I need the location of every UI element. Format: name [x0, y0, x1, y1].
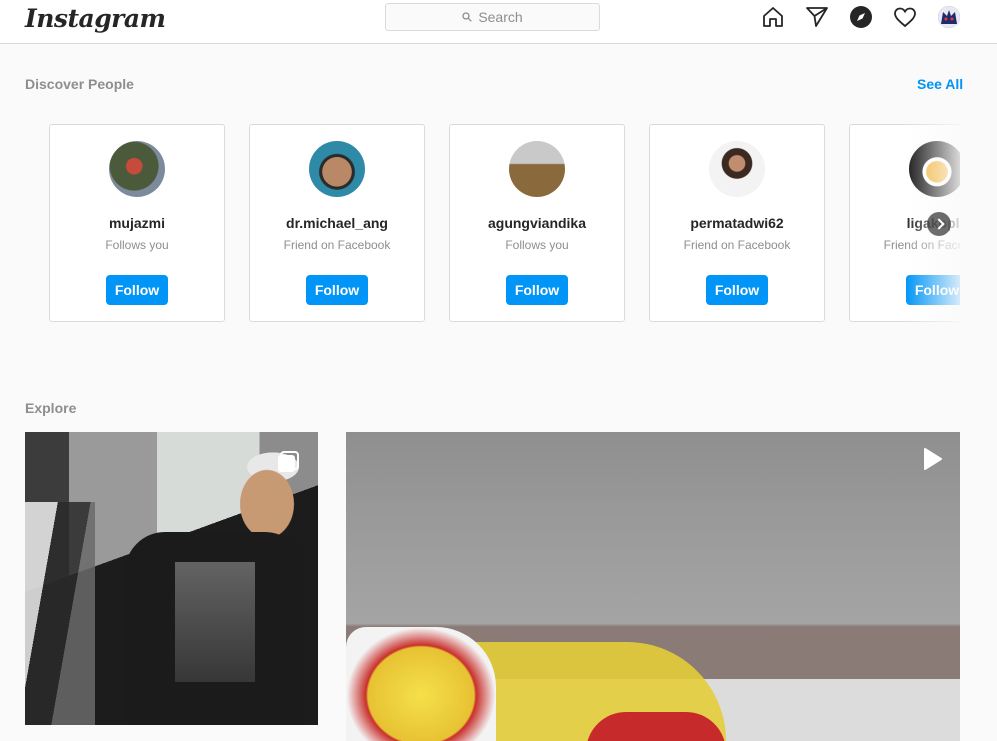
- avatar[interactable]: [709, 141, 765, 197]
- home-icon[interactable]: [761, 5, 785, 29]
- suggestion-username[interactable]: permatadwi62: [650, 215, 824, 231]
- avatar[interactable]: [309, 141, 365, 197]
- post-image-detail: [586, 712, 726, 741]
- suggestion-username[interactable]: dr.michael_ang: [250, 215, 424, 231]
- post-image-detail: [175, 562, 255, 682]
- video-icon: [924, 448, 942, 470]
- carousel-icon: [278, 451, 299, 472]
- heart-icon[interactable]: [893, 5, 917, 29]
- discover-people-title: Discover People: [25, 76, 134, 92]
- suggestion-username[interactable]: agungviandika: [450, 215, 624, 231]
- follow-button[interactable]: Follow: [306, 275, 368, 305]
- avatar[interactable]: [509, 141, 565, 197]
- suggestion-username[interactable]: mujazmi: [50, 215, 224, 231]
- suggestion-card: mujazmi Follows you Follow: [49, 124, 225, 322]
- suggestion-reason: Follows you: [505, 238, 569, 252]
- search-icon: [462, 12, 473, 22]
- instagram-logo[interactable]: Instagram: [25, 4, 166, 33]
- follow-button[interactable]: Follow: [506, 275, 568, 305]
- suggestion-reason: Friend on Facebook: [283, 238, 391, 252]
- explore-post-tile[interactable]: [346, 432, 960, 741]
- avatar[interactable]: [909, 141, 960, 197]
- suggestion-reason: Friend on Facebook: [683, 238, 791, 252]
- suggestion-card: agungviandika Follows you Follow: [449, 124, 625, 322]
- profile-avatar-image: [938, 6, 960, 28]
- suggestion-card: dr.michael_ang Friend on Facebook Follow: [249, 124, 425, 322]
- suggestion-reason: Friend on Facebook: [883, 238, 960, 252]
- search-placeholder: Search: [478, 9, 523, 25]
- follow-button[interactable]: Follow: [106, 275, 168, 305]
- suggestion-reason: Follows you: [105, 238, 169, 252]
- explore-post-tile[interactable]: [25, 432, 318, 725]
- suggestions-carousel: mujazmi Follows you Follow dr.michael_an…: [49, 124, 960, 322]
- top-nav-bar: Instagram Search: [0, 0, 997, 44]
- avatar[interactable]: [109, 141, 165, 197]
- explore-title: Explore: [25, 400, 77, 416]
- follow-button[interactable]: Follow: [706, 275, 768, 305]
- follow-button[interactable]: Follow: [906, 275, 960, 305]
- post-image-detail: [25, 502, 95, 725]
- chevron-right-icon[interactable]: [927, 212, 951, 236]
- profile-avatar[interactable]: [938, 6, 960, 28]
- see-all-link[interactable]: See All: [917, 76, 963, 92]
- suggestion-card: permatadwi62 Friend on Facebook Follow: [649, 124, 825, 322]
- explore-icon[interactable]: [849, 5, 873, 29]
- direct-icon[interactable]: [805, 5, 829, 29]
- search-input[interactable]: Search: [385, 3, 600, 31]
- post-image-detail: [346, 627, 496, 741]
